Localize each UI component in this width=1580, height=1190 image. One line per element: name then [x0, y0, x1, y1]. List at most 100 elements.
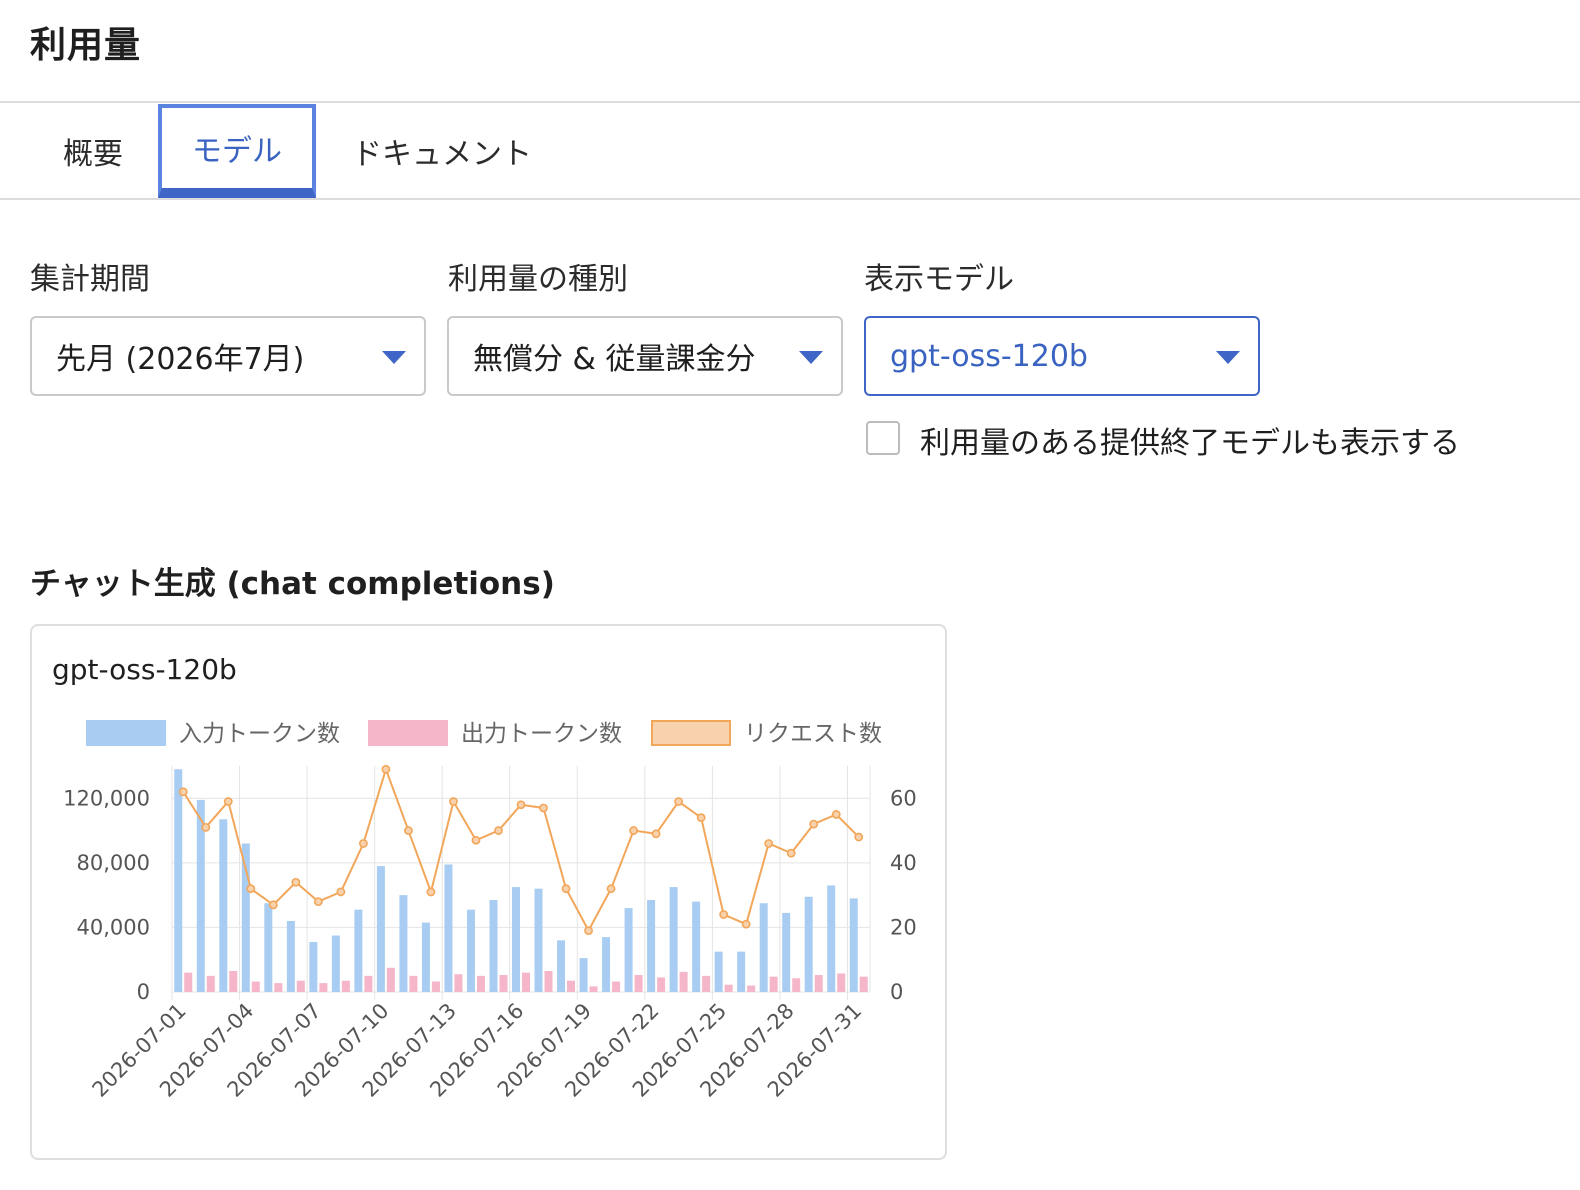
output-tokens-bar	[431, 981, 440, 992]
y-left-tick-label: 80,000	[77, 851, 150, 875]
input-tokens-bar	[624, 908, 633, 992]
tab-models-label: モデル	[192, 134, 282, 169]
input-tokens-bar	[466, 909, 475, 992]
tab-models[interactable]: モデル	[158, 104, 316, 198]
requests-point	[606, 884, 616, 894]
usage-type-label: 利用量の種別	[448, 262, 628, 297]
input-tokens-bar	[849, 898, 858, 992]
output-tokens-bar	[454, 974, 463, 992]
output-tokens-bar	[679, 971, 688, 992]
output-tokens-bar	[274, 983, 283, 992]
y-right-tick-label: 0	[890, 980, 903, 1004]
output-tokens-bar	[184, 972, 193, 992]
requests-point	[449, 797, 458, 806]
requests-point	[268, 900, 278, 910]
tab-documents-label: ドキュメント	[352, 137, 532, 172]
input-tokens-bar	[219, 819, 228, 992]
requests-point	[786, 848, 796, 858]
input-tokens-bar	[647, 899, 656, 992]
chart-card: gpt-oss-120b 入力トークン数 出力トークン数 リクエスト数 0 40,00…	[30, 624, 947, 1160]
requests-point	[178, 787, 188, 797]
legend-label: リクエスト数	[744, 721, 882, 747]
chevron-down-icon	[799, 351, 823, 364]
input-tokens-bar	[421, 922, 430, 992]
requests-point	[201, 822, 211, 832]
output-tokens-bar	[567, 980, 576, 992]
y-left-tick-label: 0	[137, 980, 150, 1004]
model-select[interactable]: gpt-oss-120b	[864, 316, 1260, 396]
legend-swatch	[86, 720, 166, 746]
input-tokens-bar	[309, 941, 318, 992]
output-tokens-bar	[364, 975, 373, 992]
legend-label: 出力トークン数	[461, 721, 622, 747]
input-tokens-bar	[782, 912, 791, 992]
tab-overview[interactable]: 概要	[40, 104, 146, 198]
requests-point	[696, 813, 706, 823]
input-tokens-bar	[534, 888, 543, 992]
output-tokens-bar	[724, 984, 733, 992]
requests-point	[291, 877, 301, 887]
output-tokens-bar	[206, 975, 215, 992]
output-tokens-bar	[499, 975, 508, 992]
requests-point	[223, 797, 233, 806]
legend-swatch	[651, 720, 731, 746]
tab-divider	[0, 198, 1580, 200]
requests-point	[381, 764, 391, 774]
output-tokens-bar	[747, 985, 756, 992]
requests-point	[516, 800, 526, 810]
requests-point	[471, 835, 481, 845]
requests-point	[494, 826, 503, 835]
tab-documents[interactable]: ドキュメント	[330, 104, 554, 198]
output-tokens-bar	[544, 971, 553, 992]
show-retired-label[interactable]: 利用量のある提供終了モデルも表示する	[920, 418, 1460, 462]
period-select[interactable]: 先月 (2026年7月)	[30, 316, 426, 396]
y-right-tick-label: 20	[890, 915, 917, 939]
usage-type-select[interactable]: 無償分 & 従量課金分	[447, 316, 843, 396]
input-tokens-bar	[399, 895, 408, 992]
model-label: 表示モデル	[864, 262, 1014, 297]
chevron-down-icon	[382, 351, 406, 364]
requests-point	[764, 839, 774, 848]
output-tokens-bar	[296, 980, 305, 992]
input-tokens-bar	[804, 896, 813, 992]
input-tokens-bar	[737, 951, 746, 992]
requests-point	[809, 819, 819, 829]
show-retired-checkbox[interactable]	[866, 421, 900, 455]
output-tokens-bar	[476, 975, 485, 992]
input-tokens-bar	[331, 935, 340, 992]
requests-point	[246, 884, 256, 894]
output-tokens-bar	[341, 980, 350, 992]
output-tokens-bar	[409, 975, 418, 992]
output-tokens-bar	[702, 975, 711, 992]
input-tokens-bar	[557, 940, 566, 992]
input-tokens-bar	[669, 887, 678, 992]
requests-point	[674, 797, 684, 806]
output-tokens-bar	[814, 975, 823, 992]
section-title: チャット生成 (chat completions)	[30, 566, 555, 602]
output-tokens-bar	[792, 978, 801, 992]
input-tokens-bar	[286, 920, 295, 992]
output-tokens-bar	[859, 976, 868, 992]
output-tokens-bar	[386, 967, 395, 992]
input-tokens-bar	[759, 903, 768, 992]
requests-point	[336, 887, 346, 897]
y-right-tick-label: 40	[890, 851, 917, 875]
input-tokens-bar	[579, 958, 588, 992]
requests-line	[182, 766, 860, 933]
y-right-tick-label: 60	[890, 786, 917, 810]
requests-point	[426, 887, 436, 897]
input-tokens-bar	[264, 903, 273, 992]
output-tokens-bar	[319, 983, 328, 992]
requests-point	[651, 829, 661, 839]
output-tokens-bar	[251, 981, 260, 992]
output-tokens-bar	[634, 975, 643, 992]
requests-point	[584, 926, 593, 936]
page-title: 利用量	[30, 25, 142, 66]
input-tokens-bar	[444, 864, 453, 992]
usage-chart: 入力トークン数 出力トークン数 リクエスト数 0 40,000 80,000 120,00…	[63, 720, 917, 1102]
input-tokens-bar	[354, 909, 363, 992]
requests-point	[854, 832, 864, 842]
requests-point	[741, 919, 751, 929]
chevron-down-icon	[1216, 351, 1240, 364]
y-left-tick-label: 120,000	[63, 786, 150, 810]
